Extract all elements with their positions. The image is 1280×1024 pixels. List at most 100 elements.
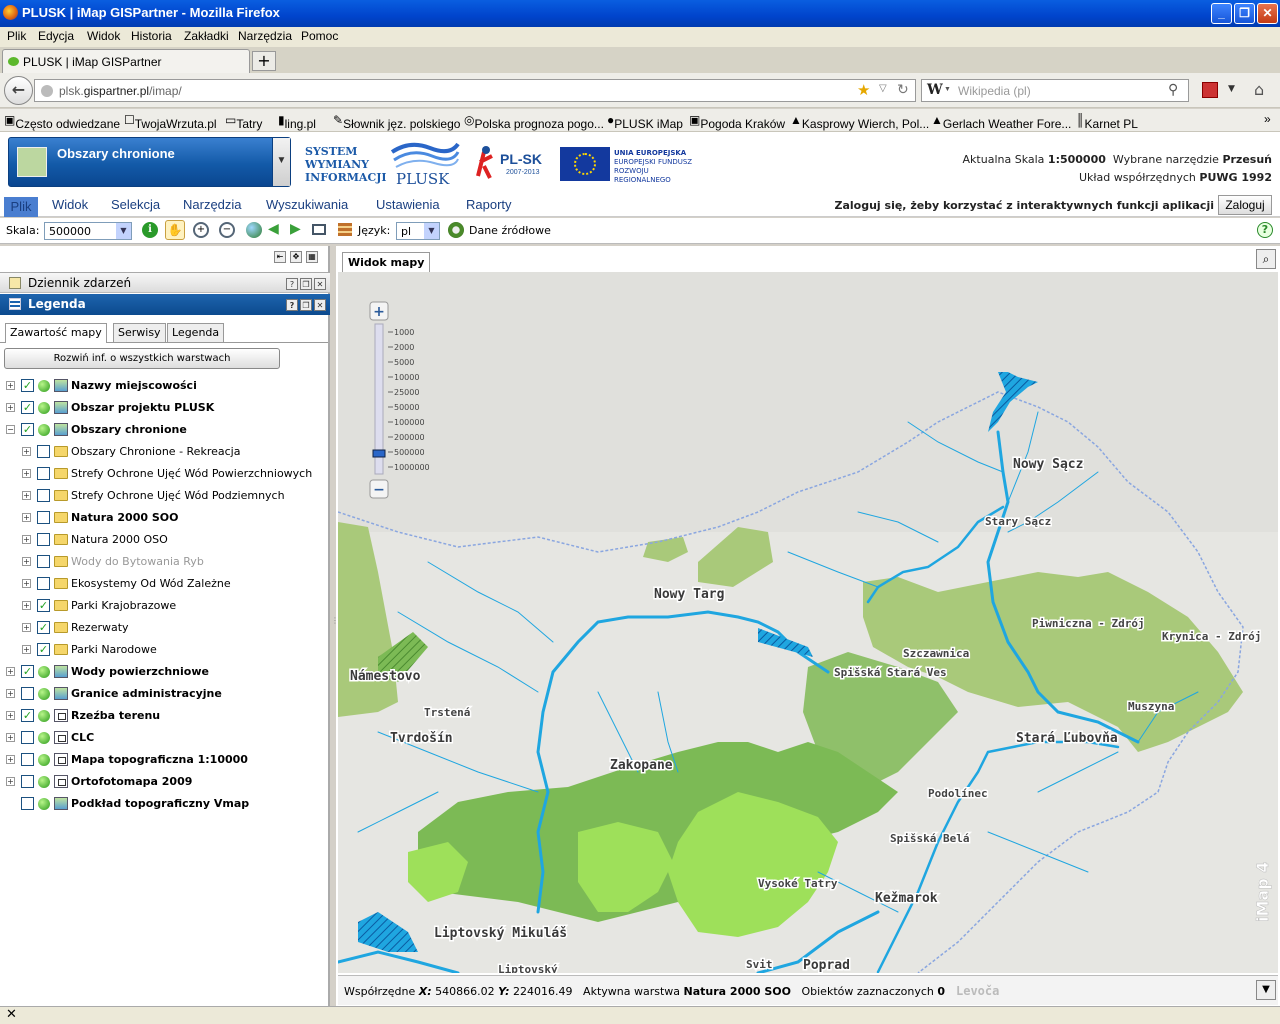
language-select[interactable]: pl ▼: [396, 222, 440, 240]
layer-checkbox[interactable]: [37, 445, 50, 458]
layer-row[interactable]: + ✓ Rzeźba terenu: [0, 705, 328, 727]
appmenu-raporty[interactable]: Raporty: [466, 197, 512, 212]
info-icon[interactable]: i: [142, 222, 158, 238]
restore-icon[interactable]: ❐: [300, 299, 312, 311]
chevron-down-icon[interactable]: ▼: [272, 138, 290, 186]
expand-icon[interactable]: +: [22, 469, 31, 478]
tile-panel-icon[interactable]: ▦: [306, 251, 318, 263]
menu-pomoc[interactable]: Pomoc: [301, 29, 338, 43]
map-view-tab[interactable]: Widok mapy: [342, 252, 431, 272]
splitter-handle[interactable]: ⋮: [331, 616, 339, 636]
layer-row[interactable]: + Mapa topograficzna 1:10000: [0, 749, 328, 771]
expand-all-layers-button[interactable]: Rozwiń inf. o wszystkich warstwach: [4, 348, 280, 369]
layer-row[interactable]: + ✓ Rezerwaty: [0, 617, 328, 639]
expand-icon[interactable]: +: [6, 733, 15, 742]
layer-row[interactable]: + ✓ Nazwy miejscowości: [0, 375, 328, 397]
layer-row[interactable]: Podkład topograficzny Vmap: [0, 793, 328, 815]
layer-row[interactable]: + Wody do Bytowania Ryb: [0, 551, 328, 573]
addon-dropdown-icon[interactable]: ▼: [1228, 84, 1235, 94]
bookmark-item[interactable]: ● PLUSK iMap: [607, 113, 683, 131]
bookmark-item[interactable]: ☐ TwojaWrzuta.pl: [124, 113, 217, 131]
zoom-level-label[interactable]: 500000: [394, 448, 425, 457]
expand-icon[interactable]: +: [22, 645, 31, 654]
layer-row[interactable]: − ✓ Obszary chronione: [0, 419, 328, 441]
layer-row[interactable]: + Obszary Chronione - Rekreacja: [0, 441, 328, 463]
appmenu-widok[interactable]: Widok: [52, 197, 88, 212]
bookmark-item[interactable]: ║ Karnet PL: [1076, 113, 1138, 131]
layer-checkbox[interactable]: [37, 577, 50, 590]
zoom-level-label[interactable]: 5000: [394, 358, 414, 367]
layer-row[interactable]: + Ekosystemy Od Wód Zależne: [0, 573, 328, 595]
layer-checkbox[interactable]: ✓: [21, 401, 34, 414]
zoom-level-label[interactable]: 2000: [394, 343, 414, 352]
expand-icon[interactable]: +: [22, 491, 31, 500]
bookmark-item[interactable]: ▲ Gerlach Weather Fore...: [931, 113, 1071, 131]
layer-checkbox[interactable]: [21, 687, 34, 700]
engine-dropdown-icon[interactable]: ▼: [944, 86, 951, 93]
bookmark-item[interactable]: ▣ Często odwiedzane: [4, 113, 120, 131]
map-canvas[interactable]: Nowy Sącz Stary Sącz Nowy Targ Szczawnic…: [338, 272, 1278, 973]
zoom-level-label[interactable]: 10000: [394, 373, 419, 382]
zoom-level-label[interactable]: 200000: [394, 433, 425, 442]
layer-checkbox[interactable]: ✓: [21, 423, 34, 436]
full-extent-icon[interactable]: [246, 222, 262, 238]
map-maximize-icon[interactable]: ⌕: [1256, 249, 1276, 269]
wikipedia-icon[interactable]: W: [927, 82, 943, 98]
zoom-level-label[interactable]: 100000: [394, 418, 425, 427]
back-button[interactable]: ←: [4, 76, 33, 105]
appmenu-ustawienia[interactable]: Ustawienia: [376, 197, 440, 212]
zoom-level-label[interactable]: 1000000: [394, 463, 430, 472]
source-data-label[interactable]: Dane źródłowe: [469, 224, 551, 237]
url-bar[interactable]: plsk.gispartner.pl/imap/ ★ ▽ ↻: [34, 79, 916, 102]
layer-row[interactable]: + ✓ Parki Narodowe: [0, 639, 328, 661]
menu-widok[interactable]: Widok: [87, 29, 120, 43]
subtab-services[interactable]: Serwisy: [113, 323, 166, 342]
appmenu-plik[interactable]: Plik: [4, 197, 38, 217]
collapse-icon[interactable]: −: [6, 425, 15, 434]
layer-row[interactable]: + CLC: [0, 727, 328, 749]
subtab-map-content[interactable]: Zawartość mapy: [5, 323, 107, 343]
expand-icon[interactable]: +: [6, 711, 15, 720]
expand-icon[interactable]: +: [6, 689, 15, 698]
menu-zakladki[interactable]: Zakładki: [184, 29, 229, 43]
expand-icon[interactable]: +: [6, 403, 15, 412]
search-bar[interactable]: W ▼ Wikipedia (pl) ⚲: [921, 79, 1189, 102]
bookmark-item[interactable]: ▲ Kasprowy Wierch, Pol...: [790, 113, 929, 131]
appmenu-selekcja[interactable]: Selekcja: [111, 197, 160, 212]
layer-checkbox[interactable]: [37, 467, 50, 480]
restore-icon[interactable]: ❐: [300, 278, 312, 290]
chevron-down-icon[interactable]: ▼: [1256, 980, 1276, 1000]
layer-checkbox[interactable]: ✓: [37, 599, 50, 612]
expand-icon[interactable]: +: [6, 667, 15, 676]
layer-row[interactable]: + Strefy Ochrone Ujęć Wód Podziemnych: [0, 485, 328, 507]
fullscreen-icon[interactable]: [312, 224, 326, 235]
layer-checkbox[interactable]: [37, 555, 50, 568]
layer-checkbox[interactable]: [37, 533, 50, 546]
browser-tab[interactable]: PLUSK | iMap GISPartner: [2, 49, 250, 73]
layer-row[interactable]: + Granice administracyjne: [0, 683, 328, 705]
bookmark-star-icon[interactable]: ★: [857, 81, 870, 99]
layer-checkbox[interactable]: ✓: [21, 665, 34, 678]
login-button[interactable]: Zaloguj: [1218, 195, 1272, 215]
reload-icon[interactable]: ↻: [897, 81, 909, 98]
pan-hand-icon[interactable]: ✋: [165, 220, 185, 240]
zoom-level-label[interactable]: 1000: [394, 328, 414, 337]
layer-checkbox[interactable]: ✓: [37, 643, 50, 656]
expand-icon[interactable]: +: [6, 777, 15, 786]
expand-icon[interactable]: +: [22, 535, 31, 544]
source-data-gear-icon[interactable]: [448, 222, 464, 238]
layer-checkbox[interactable]: [37, 511, 50, 524]
help-icon[interactable]: ?: [286, 299, 298, 311]
events-panel-header[interactable]: Dziennik zdarzeń ? ❐ ✕: [0, 272, 330, 293]
bookmark-item[interactable]: ▭ Tatry: [225, 113, 262, 131]
close-icon[interactable]: ✕: [6, 1007, 17, 1022]
zoom-slider-handle[interactable]: [372, 449, 386, 458]
layer-row[interactable]: + ✓ Obszar projektu PLUSK: [0, 397, 328, 419]
menu-plik[interactable]: Plik: [7, 29, 26, 43]
next-view-icon[interactable]: ▶: [290, 221, 301, 237]
layer-row[interactable]: + Strefy Ochrone Ujęć Wód Powierzchniowyc…: [0, 463, 328, 485]
layer-checkbox[interactable]: [37, 489, 50, 502]
new-tab-button[interactable]: +: [252, 51, 276, 71]
scale-select[interactable]: 500000 ▼: [44, 222, 132, 240]
legend-panel-header[interactable]: Legenda ? ❐ ✕: [0, 294, 330, 315]
